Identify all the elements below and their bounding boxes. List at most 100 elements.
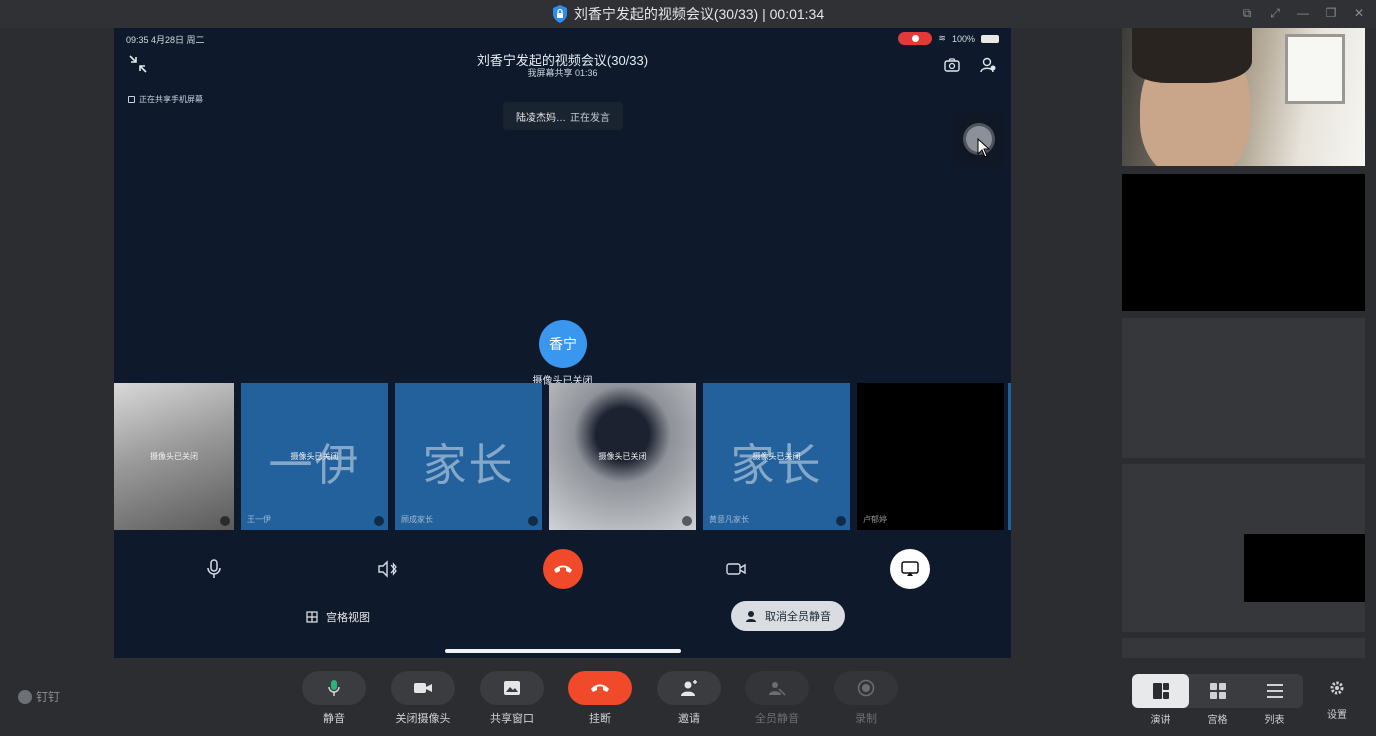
- thumbnail-initials: 家长: [422, 441, 515, 490]
- mute-label: 静音: [323, 713, 345, 725]
- phone-screen-share-button[interactable]: [890, 549, 930, 589]
- video-participant-hair: [1132, 28, 1252, 83]
- video-tile-partial[interactable]: [1122, 464, 1365, 632]
- view-grid-label: 宫格: [1207, 715, 1228, 726]
- camera-off-button[interactable]: 关闭摄像头: [391, 671, 455, 726]
- shared-phone-screen: 09:35 4月28日 周二 ≋ 100% 刘香宁发起的视频会议(30/33) …: [114, 28, 1011, 658]
- invite-button[interactable]: 邀请: [657, 671, 721, 726]
- participant-thumbnail[interactable]: 摄像头已关闭: [549, 383, 696, 530]
- minimize-icon[interactable]: —: [1294, 4, 1312, 22]
- camera-icon: [391, 671, 455, 705]
- close-icon[interactable]: ✕: [1350, 4, 1368, 22]
- screen-share-icon: [901, 561, 919, 576]
- hangup-label: 挂断: [589, 713, 611, 725]
- camera-icon: [726, 563, 746, 575]
- mic-icon: [302, 671, 366, 705]
- grid-layout-icon: [1209, 683, 1226, 699]
- thumbnail-name: 顾成家长: [401, 515, 433, 524]
- speaker-bluetooth-icon: [378, 560, 397, 578]
- dingtalk-logo-icon: [18, 689, 32, 704]
- invite-icon: [657, 671, 721, 705]
- view-list-label: 列表: [1264, 715, 1285, 726]
- phone-status-bar: 09:35 4月28日 周二 ≋ 100%: [114, 32, 1011, 46]
- view-grid-button[interactable]: [1189, 674, 1246, 708]
- mic-muted-icon: [528, 516, 538, 526]
- thumbnail-name: 王一伊: [247, 515, 271, 524]
- camera-off-label: 关闭摄像头: [395, 713, 451, 725]
- recording-pill-icon: [898, 32, 933, 45]
- participants-icon[interactable]: [979, 56, 997, 74]
- mic-muted-icon: [990, 516, 1000, 526]
- invite-label: 邀请: [678, 713, 700, 725]
- hangup-icon: [568, 671, 632, 705]
- sharing-note: 正在共享手机屏幕: [128, 94, 203, 105]
- shared-screen-area: 09:35 4月28日 周二 ≋ 100% 刘香宁发起的视频会议(30/33) …: [10, 28, 1114, 658]
- mute-button[interactable]: 静音: [302, 671, 366, 726]
- thumbnail-edge: [1008, 383, 1011, 530]
- phone-controls: [114, 543, 1011, 593]
- view-mode-labels: 演讲 宫格 列表: [1132, 711, 1303, 726]
- thumbnail-name: 卢郁婷: [863, 515, 887, 524]
- screen-share-icon: [128, 96, 135, 103]
- shield-lock-icon: [552, 5, 567, 23]
- participant-thumbnail[interactable]: 家长 摄像头已关闭 黄意凡家长: [703, 383, 850, 530]
- settings-button[interactable]: 设置: [1322, 680, 1352, 721]
- restore-icon[interactable]: ❐: [1322, 4, 1340, 22]
- mic-muted-icon: [220, 516, 230, 526]
- camera-switch-icon[interactable]: [943, 56, 961, 74]
- view-speaker-button[interactable]: [1132, 674, 1189, 708]
- share-window-icon: [480, 671, 544, 705]
- phone-camera-button[interactable]: [716, 549, 756, 589]
- speaking-status: 正在发言: [570, 112, 610, 124]
- participant-thumbnail[interactable]: 卢郁婷: [857, 383, 1004, 530]
- mic-muted-icon: [682, 516, 692, 526]
- phone-mic-button[interactable]: [194, 549, 234, 589]
- mute-all-icon: [745, 671, 809, 705]
- mic-muted-icon: [836, 516, 846, 526]
- video-tile-empty-bottom[interactable]: [1122, 638, 1365, 658]
- unmute-all-button[interactable]: 取消全员静音: [731, 601, 845, 631]
- participant-thumbnails: 摄像头已关闭 一伊 摄像头已关闭 王一伊 家长顾成家长 摄像头已关闭 家长 摄像头已关闭黄意凡…: [114, 383, 1011, 530]
- mute-all-label: 全员静音: [755, 713, 799, 725]
- conference-subtitle: 我屏幕共享 01:36: [527, 68, 598, 78]
- view-list-button[interactable]: [1246, 674, 1303, 708]
- thumbnail-name: 黄意凡家长: [709, 515, 749, 524]
- thumbnail-camera-off: 摄像头已关闭: [150, 452, 198, 461]
- host-avatar[interactable]: 香宁: [539, 320, 587, 368]
- record-button: 录制: [834, 671, 898, 726]
- speaking-indicator: 陆凌杰妈… 正在发言: [503, 102, 623, 130]
- phone-hangup-button[interactable]: [543, 549, 583, 589]
- participant-video-panel: [1122, 28, 1365, 658]
- hangup-icon: [554, 565, 572, 573]
- battery-icon: [981, 34, 999, 43]
- wifi-icon: ≋: [938, 33, 946, 43]
- battery-text: 100%: [951, 33, 975, 44]
- brand: 钉钉: [18, 688, 60, 705]
- view-mode-group: [1132, 674, 1303, 708]
- phone-speaker-button[interactable]: [368, 549, 408, 589]
- video-tile-empty[interactable]: [1122, 318, 1365, 458]
- gear-icon: [1330, 681, 1344, 695]
- share-window-label: 共享窗口: [490, 713, 534, 725]
- thumbnail-camera-off: 摄像头已关闭: [752, 452, 801, 461]
- video-tile-black[interactable]: [1122, 174, 1365, 311]
- grid-view-button[interactable]: 宫格视图: [288, 604, 388, 630]
- thumbnail-camera-off: 摄像头已关闭: [598, 452, 647, 461]
- mic-muted-icon: [374, 516, 384, 526]
- speaker-layout-icon: [1152, 683, 1169, 699]
- participant-thumbnail[interactable]: 一伊 摄像头已关闭 王一伊: [241, 383, 388, 530]
- meeting-toolbar: 钉钉 静音 关闭摄像头 共享窗口 挂断 邀请 全员静音 录制 演讲 宫格 列表 …: [0, 660, 1376, 736]
- popout-icon[interactable]: ⧉: [1238, 4, 1256, 22]
- participant-thumbnail[interactable]: 摄像头已关闭: [114, 383, 234, 530]
- fullscreen-icon[interactable]: ⤢: [1266, 4, 1284, 22]
- hangup-button[interactable]: 挂断: [568, 671, 632, 726]
- video-tile-camera[interactable]: [1122, 28, 1365, 166]
- grid-icon: [306, 611, 318, 623]
- participant-thumbnail[interactable]: 家长顾成家长: [395, 383, 542, 530]
- view-speaker-label: 演讲: [1150, 715, 1171, 726]
- mute-all-button: 全员静音: [745, 671, 809, 726]
- mic-icon: [207, 559, 221, 578]
- share-window-button[interactable]: 共享窗口: [480, 671, 544, 726]
- record-icon: [834, 671, 898, 705]
- home-indicator: [445, 649, 681, 653]
